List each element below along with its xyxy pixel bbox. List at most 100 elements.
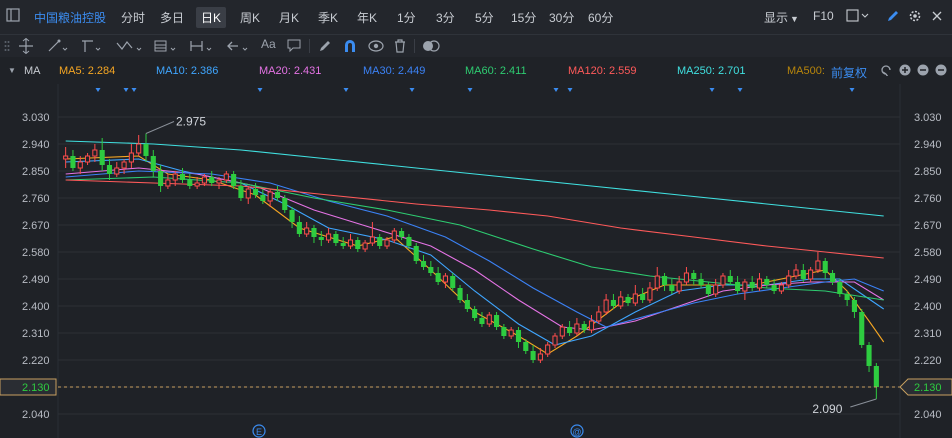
ma250-value: MA250: 2.701 — [677, 65, 746, 77]
y-tick-label-right: 2.040 — [914, 409, 942, 421]
candle-body-up — [713, 284, 719, 295]
period-tab-15min[interactable]: 15分 — [511, 9, 536, 26]
note-icon[interactable] — [287, 39, 301, 56]
period-tab-5min[interactable]: 5分 — [475, 9, 494, 26]
event-dot-marker — [131, 88, 137, 92]
low-annotation-leader — [850, 398, 877, 408]
high-annotation-leader — [145, 121, 175, 134]
candle-body-down — [851, 300, 857, 312]
trash-icon[interactable] — [393, 39, 407, 56]
period-tab-multiday[interactable]: 多日 — [160, 9, 184, 26]
zoom-out-icon[interactable] — [917, 64, 929, 79]
event-marker-label: @ — [572, 427, 581, 437]
candle-body-up — [793, 269, 799, 277]
candle-body-down — [252, 189, 259, 195]
period-tab-daily[interactable]: 日K — [196, 7, 227, 28]
candle-body-down — [406, 237, 412, 246]
y-tick-label-left: 2.940 — [22, 139, 50, 151]
eye-icon[interactable] — [368, 39, 384, 56]
grid-lines — [57, 84, 901, 438]
event-dot-markers — [95, 88, 855, 92]
high-price-annotation: 2.975 — [176, 115, 206, 129]
period-tab-intraday[interactable]: 分时 — [121, 9, 145, 26]
event-dot-marker — [467, 88, 473, 92]
period-tab-60min[interactable]: 60分 — [588, 9, 613, 26]
candle-body-down — [625, 297, 631, 303]
y-tick-label-right: 2.760 — [914, 193, 942, 205]
candle-body-up — [559, 326, 565, 337]
candle-body-down — [289, 210, 295, 222]
candle-body-down — [231, 174, 237, 186]
line-icon[interactable] — [48, 39, 70, 56]
candle-body-up — [603, 299, 609, 313]
wave-icon[interactable] — [116, 39, 144, 56]
candle-body-down — [143, 144, 149, 156]
y-tick-label-right: 2.400 — [914, 301, 942, 313]
f10-button[interactable]: F10 — [813, 9, 834, 23]
event-dot-marker — [553, 88, 559, 92]
close-indicator-icon[interactable] — [935, 64, 947, 79]
pencil-icon[interactable] — [318, 39, 332, 56]
layout-select[interactable] — [846, 9, 870, 25]
settings-icon[interactable] — [908, 9, 922, 26]
candle-body-down — [318, 237, 324, 240]
period-tab-1min[interactable]: 1分 — [397, 9, 416, 26]
event-dot-marker — [409, 88, 415, 92]
y-tick-label-left: 2.220 — [22, 355, 50, 367]
candle-body-down — [296, 222, 302, 234]
zoom-in-icon[interactable] — [899, 64, 911, 79]
candle-body-down — [274, 192, 281, 198]
candle-body-up — [442, 275, 448, 283]
collapse-icon[interactable]: ▼ — [8, 66, 16, 75]
ma60-value: MA60: 2.411 — [465, 65, 527, 77]
crosshair-icon[interactable] — [18, 37, 34, 57]
ma30-value: MA30: 2.449 — [363, 65, 426, 77]
indicator-name[interactable]: MA — [24, 65, 41, 77]
y-tick-label-right: 2.310 — [914, 328, 942, 340]
candle-body-down — [99, 150, 105, 165]
candle-body-down — [749, 282, 755, 288]
more-icon[interactable] — [930, 9, 944, 26]
y-tick-label-right: 2.580 — [914, 247, 942, 259]
y-tick-label-right: 2.220 — [914, 355, 942, 367]
period-tab-quarterly[interactable]: 季K — [318, 9, 338, 26]
back-icon[interactable] — [880, 64, 892, 79]
current-price-label-left: 2.130 — [22, 382, 50, 394]
candle-body-up — [508, 329, 514, 337]
fib-icon[interactable] — [154, 39, 180, 56]
candle-body-down — [187, 180, 193, 186]
period-tab-monthly[interactable]: 月K — [279, 9, 299, 26]
y-tick-label-left: 2.040 — [22, 409, 50, 421]
candle-body-down — [859, 312, 865, 345]
candle-body-up — [654, 275, 660, 289]
period-tab-30min[interactable]: 30分 — [549, 9, 574, 26]
range-icon[interactable] — [190, 39, 216, 56]
candle-body-up — [77, 161, 83, 169]
magnet-icon[interactable] — [343, 39, 357, 56]
candle-body-up — [362, 242, 368, 250]
toolbar-divider — [414, 39, 415, 53]
ma20-value: MA20: 2.431 — [259, 65, 322, 77]
pen-icon[interactable] — [886, 9, 900, 26]
toggle-icon[interactable] — [422, 39, 440, 56]
candle-body-down — [179, 174, 186, 180]
y-tick-label-left: 2.850 — [22, 166, 50, 178]
ma120-value: MA120: 2.559 — [568, 65, 637, 77]
adjust-mode-button[interactable]: 前复权 — [831, 64, 867, 81]
display-menu[interactable]: 显示 ▼ — [764, 9, 799, 26]
candlestick-chart[interactable]: 3.030 3.030 2.940 2.940 2.850 2.850 2.760 2.760… — [0, 84, 952, 438]
period-tab-3min[interactable]: 3分 — [436, 9, 455, 26]
ma10-value: MA10: 2.386 — [156, 65, 219, 77]
candle-body-down — [567, 327, 573, 333]
period-tab-weekly[interactable]: 周K — [240, 9, 260, 26]
candle-body-down — [209, 177, 215, 183]
text-icon[interactable]: Aa — [261, 37, 276, 51]
arrow-icon[interactable] — [226, 39, 252, 56]
candle-body-down — [158, 171, 164, 186]
candle-body-up — [384, 239, 390, 247]
stock-name[interactable]: 中国粮油控股 — [34, 9, 106, 26]
channel-icon[interactable] — [81, 39, 103, 56]
period-tab-yearly[interactable]: 年K — [357, 9, 377, 26]
sidebar-toggle-icon[interactable] — [6, 8, 20, 25]
candle-body-up — [136, 143, 142, 154]
